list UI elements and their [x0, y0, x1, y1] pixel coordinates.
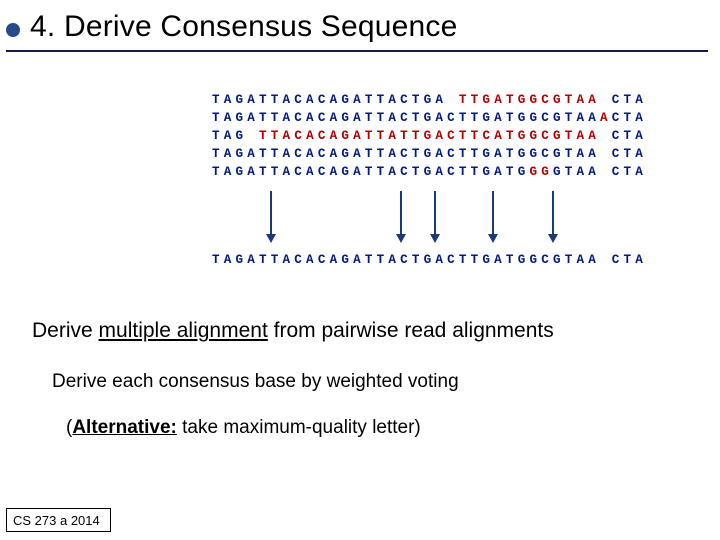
arrow-down-icon	[434, 191, 436, 235]
arrow-down-icon	[492, 191, 494, 235]
arrow-down-icon	[552, 191, 554, 235]
arrows-group	[212, 191, 720, 245]
title-underline	[6, 50, 708, 52]
title-row: 4. Derive Consensus Sequence	[0, 0, 720, 44]
arrow-down-icon	[270, 191, 272, 235]
title-bullet-icon	[6, 23, 20, 37]
body-text-1: Derive multiple alignment from pairwise …	[32, 319, 720, 343]
sequence-alignment: TAGATTACACAGATTACTGA TTGATGGCGTAA CTA TA…	[212, 92, 720, 181]
arrow-down-icon	[400, 191, 402, 235]
consensus-sequence: TAGATTACACAGATTACTGACTTGATGGCGTAA CTA	[212, 253, 720, 267]
page-title: 4. Derive Consensus Sequence	[30, 10, 458, 44]
footer-course-label: CS 273 a 2014	[6, 508, 111, 532]
body-text-2: Derive each consensus base by weighted v…	[52, 371, 720, 393]
body-text-3: (Alternative: take maximum-quality lette…	[66, 417, 720, 439]
